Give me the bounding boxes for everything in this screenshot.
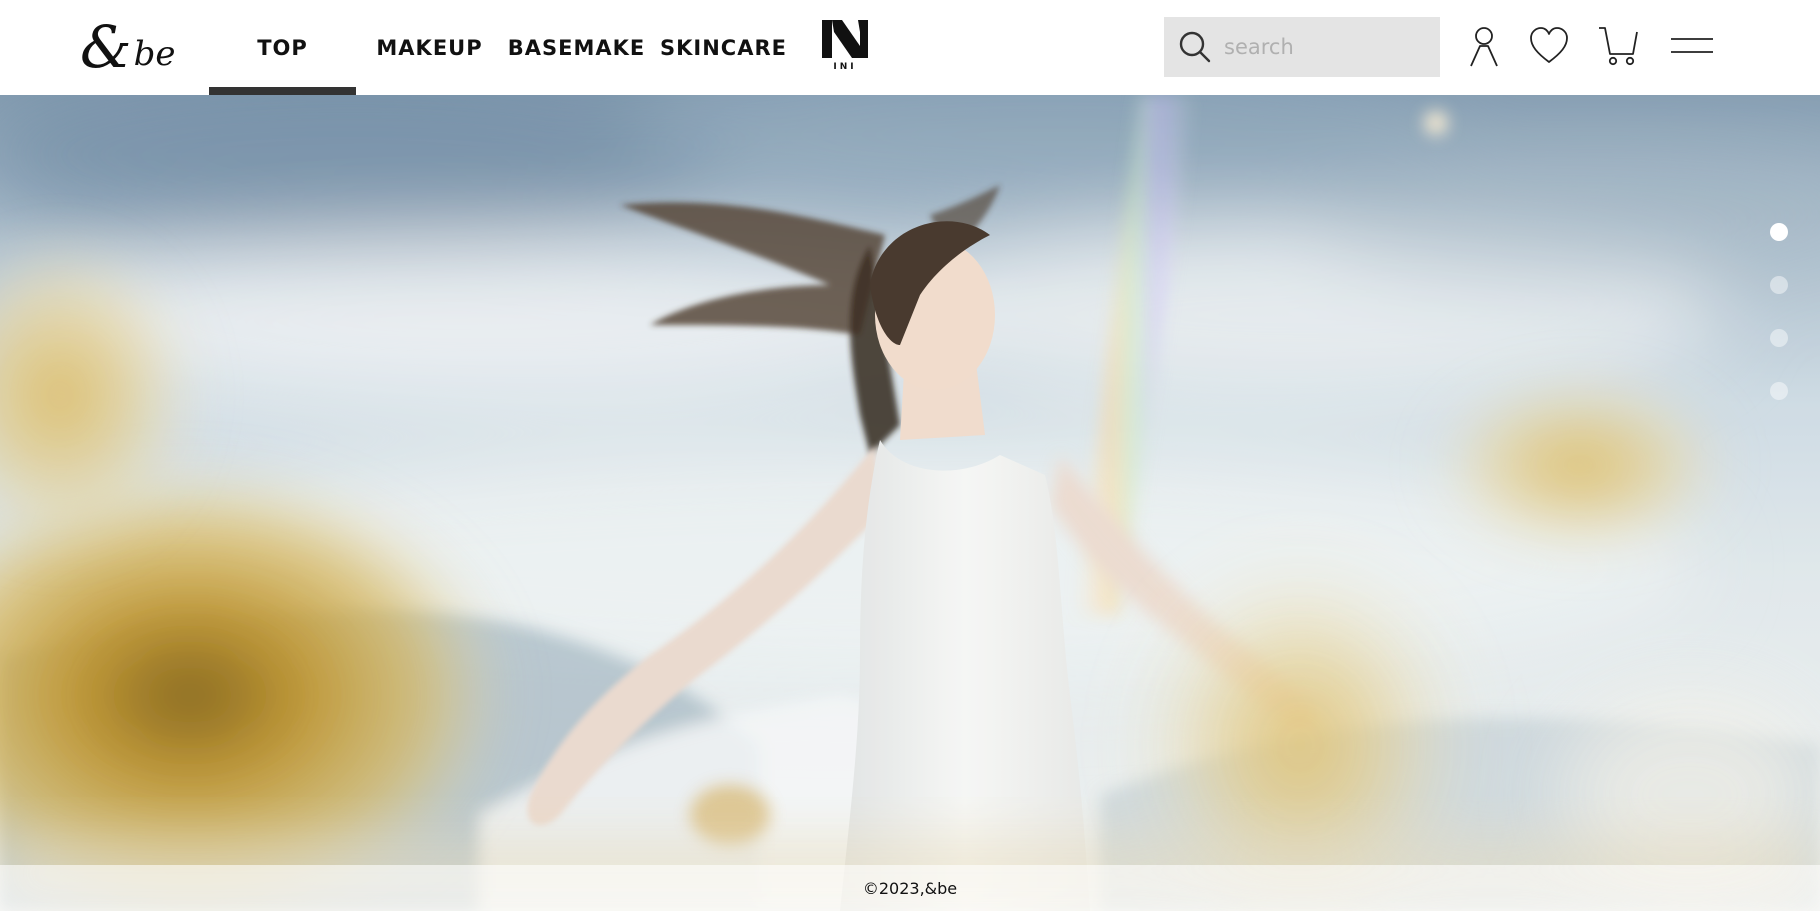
- user-icon[interactable]: [1462, 24, 1506, 68]
- slide-indicators: [1770, 223, 1788, 435]
- heart-icon[interactable]: [1527, 24, 1571, 68]
- footer-bar: ©2023,&be: [0, 865, 1820, 911]
- nav-item-basemake[interactable]: BASEMAKE: [503, 0, 650, 95]
- main-nav: TOP MAKEUP BASEMAKE SKINCARE: [209, 0, 797, 95]
- slide-dot-1[interactable]: [1770, 223, 1788, 241]
- logo-be: be: [133, 34, 176, 74]
- logo-ampersand: &: [80, 13, 132, 81]
- nav-item-skincare[interactable]: SKINCARE: [650, 0, 797, 95]
- search-icon[interactable]: [1178, 30, 1212, 64]
- menu-icon[interactable]: [1669, 24, 1715, 68]
- nav-item-makeup[interactable]: MAKEUP: [356, 0, 503, 95]
- ini-logo-text: INI: [833, 62, 857, 72]
- cart-icon[interactable]: [1597, 24, 1641, 68]
- ini-logo-mark: [822, 20, 868, 58]
- hero-image: [0, 95, 1820, 911]
- slide-dot-2[interactable]: [1770, 276, 1788, 294]
- site-header: & be TOP MAKEUP BASEMAKE SKINCARE INI: [0, 0, 1820, 95]
- search-input[interactable]: [1224, 17, 1424, 77]
- hero-banner[interactable]: [0, 95, 1820, 911]
- brand-logo[interactable]: & be: [80, 14, 180, 80]
- slide-dot-4[interactable]: [1770, 382, 1788, 400]
- slide-dot-3[interactable]: [1770, 329, 1788, 347]
- ini-collab-logo[interactable]: INI: [820, 18, 870, 74]
- copyright-text: ©2023,&be: [862, 878, 958, 898]
- nav-item-top[interactable]: TOP: [209, 0, 356, 95]
- search-box: [1164, 17, 1440, 77]
